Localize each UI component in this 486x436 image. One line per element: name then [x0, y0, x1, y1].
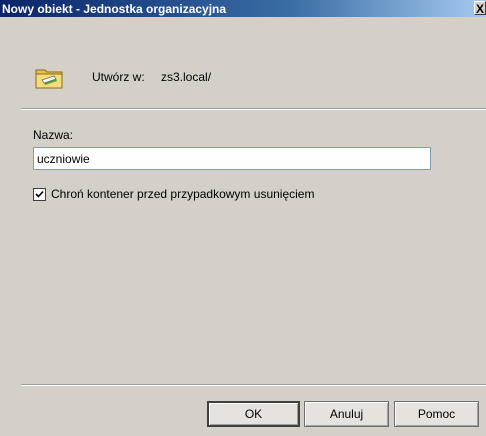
bottom-separator [21, 384, 486, 386]
ok-button[interactable]: OK [207, 401, 300, 427]
close-button[interactable]: X [474, 1, 486, 15]
organizational-unit-folder-icon [33, 61, 65, 93]
create-in-label: Utwórz w: [92, 70, 145, 84]
title-bar[interactable]: Nowy obiekt - Jednostka organizacyjna X [0, 0, 486, 17]
window-title: Nowy obiekt - Jednostka organizacyjna [2, 2, 227, 16]
cancel-button[interactable]: Anuluj [304, 401, 389, 427]
name-input[interactable] [33, 147, 431, 170]
checkmark-icon [35, 190, 44, 198]
close-icon: X [475, 2, 484, 15]
top-separator [21, 108, 486, 110]
protect-container-label: Chroń kontener przed przypadkowym usunię… [51, 187, 315, 201]
name-label: Nazwa: [33, 128, 74, 142]
protect-container-checkbox-row[interactable]: Chroń kontener przed przypadkowym usunię… [33, 187, 314, 201]
create-in-path: zs3.local/ [161, 70, 212, 84]
protect-container-checkbox[interactable] [33, 187, 46, 201]
help-button[interactable]: Pomoc [394, 401, 479, 427]
